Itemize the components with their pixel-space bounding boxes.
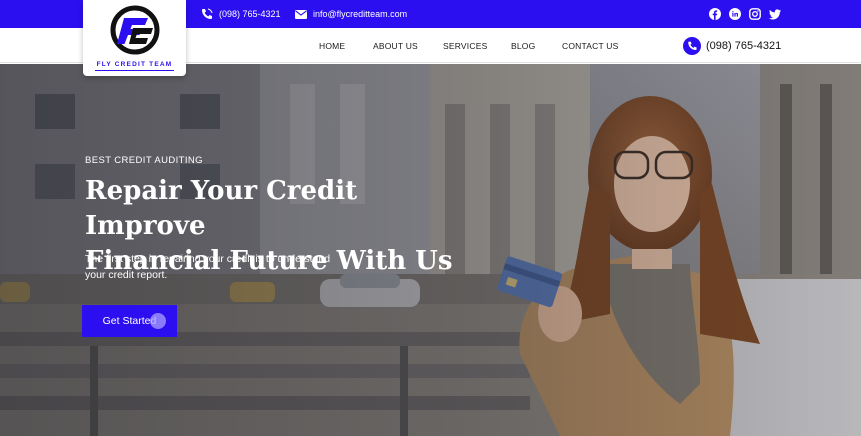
phone-icon: [683, 37, 701, 55]
nav-home[interactable]: HOME: [319, 28, 345, 63]
logo-emblem-icon: [110, 5, 160, 55]
get-started-label: Get Started: [102, 315, 157, 327]
twitter-icon[interactable]: [769, 8, 781, 20]
hero-title-line-1: Repair Your Credit Improve: [85, 176, 358, 241]
hero-subtitle-line-1: The first step in repairing your credit …: [85, 253, 331, 265]
nav-contact-us[interactable]: CONTACT US: [562, 28, 618, 63]
site-logo[interactable]: FLY CREDIT TEAM: [83, 0, 186, 76]
logo-underline: [95, 70, 174, 71]
nav-services[interactable]: SERVICES: [443, 28, 487, 63]
phone-icon: [202, 8, 213, 19]
hero-subtitle: The first step in repairing your credit …: [85, 251, 385, 283]
topbar-phone[interactable]: (098) 765-4321: [200, 0, 281, 28]
instagram-icon[interactable]: [749, 8, 761, 20]
topbar-email[interactable]: info@flycreditteam.com: [295, 0, 407, 28]
hero-eyebrow: BEST CREDIT AUDITING: [85, 155, 203, 166]
topbar-email-text: info@flycreditteam.com: [313, 9, 408, 19]
nav-about-us[interactable]: ABOUT US: [373, 28, 418, 63]
get-started-button[interactable]: Get Started: [82, 305, 177, 337]
nav-phone-text: (098) 765-4321: [706, 40, 782, 52]
linkedin-icon[interactable]: [729, 8, 741, 20]
hero-section: BEST CREDIT AUDITING Repair Your Credit …: [0, 64, 861, 436]
cursor-highlight: [150, 313, 166, 329]
logo-text: FLY CREDIT TEAM: [96, 61, 173, 68]
topbar-phone-text: (098) 765-4321: [219, 9, 281, 19]
hero-subtitle-line-2: your credit report.: [85, 269, 168, 281]
nav-blog[interactable]: BLOG: [511, 28, 535, 63]
mail-icon: [295, 9, 307, 19]
social-links: [709, 0, 781, 28]
facebook-icon[interactable]: [709, 8, 721, 20]
nav-phone-button[interactable]: (098) 765-4321: [683, 37, 781, 55]
